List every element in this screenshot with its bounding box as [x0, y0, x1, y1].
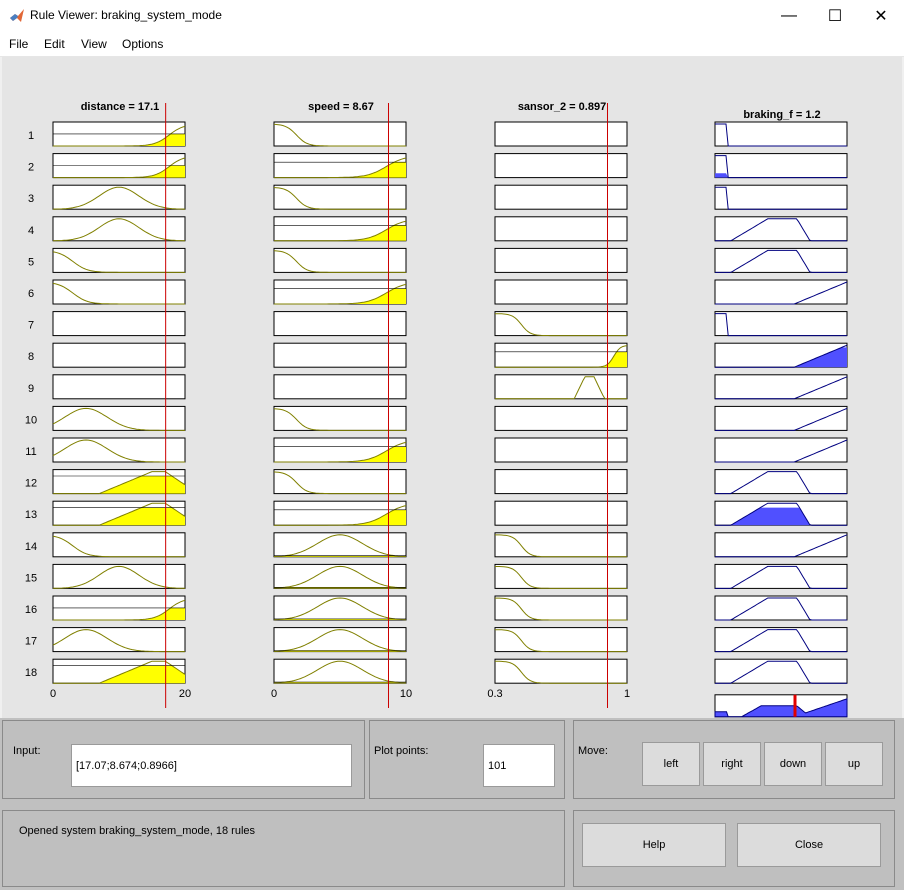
- move-panel: Move: left right down up: [573, 720, 895, 799]
- input-label: Input:: [13, 745, 41, 757]
- matlab-icon: [10, 9, 24, 22]
- out-plot: [714, 216, 848, 242]
- out-plot: [714, 311, 848, 337]
- rule-number: 17: [25, 636, 37, 648]
- help-close-panel: Help Close: [573, 810, 895, 887]
- plot-points-label: Plot points:: [374, 745, 429, 757]
- mf-plot: [273, 247, 407, 273]
- plot-points-panel: Plot points: 101: [369, 720, 565, 799]
- menu-edit[interactable]: Edit: [44, 37, 65, 51]
- rule-number: 10: [25, 414, 37, 426]
- out-plot: [714, 595, 848, 621]
- rule-number: 5: [28, 256, 34, 268]
- tick-label-max: 10: [400, 688, 412, 700]
- out-plot: [714, 153, 848, 179]
- rule-number: 18: [25, 667, 37, 679]
- rule-number: 14: [25, 541, 37, 553]
- tick-label-min: 0.3: [487, 688, 502, 700]
- out-plot: [714, 627, 848, 653]
- mf-plot: [273, 658, 407, 684]
- mf-plot: [273, 121, 407, 147]
- mf-plot: [273, 627, 407, 653]
- input-field[interactable]: [17.07;8.674;0.8966]: [71, 744, 352, 787]
- status-panel: Opened system braking_system_mode, 18 ru…: [2, 810, 565, 887]
- rule-number: 15: [25, 572, 37, 584]
- rule-number: 4: [28, 225, 34, 237]
- rule-number: 1: [28, 130, 34, 142]
- mf-plot: [273, 595, 407, 621]
- rule-number: 8: [28, 351, 34, 363]
- menu-options[interactable]: Options: [122, 37, 163, 51]
- tick-label-max: 1: [624, 688, 630, 700]
- out-plot: [714, 405, 848, 431]
- plot-points-field[interactable]: 101: [483, 744, 555, 787]
- close-button[interactable]: Close: [737, 823, 881, 867]
- out-plot: [714, 532, 848, 558]
- rule-number: 12: [25, 478, 37, 490]
- out-plot: [714, 437, 848, 463]
- close-window-button[interactable]: ✕: [858, 0, 904, 32]
- out-plot: [714, 469, 848, 495]
- menu-bar: File Edit View Options: [0, 32, 904, 57]
- out-plot: [714, 658, 848, 684]
- menu-view[interactable]: View: [81, 37, 107, 51]
- rule-number: 3: [28, 193, 34, 205]
- move-label: Move:: [578, 745, 608, 757]
- move-right-button[interactable]: right: [703, 742, 761, 786]
- output-header: braking_f = 1.2: [743, 109, 820, 121]
- rule-plot-area: distance = 17.1 speed = 8.67 sansor_2 = 0.…: [2, 57, 902, 718]
- out-plot: [714, 563, 848, 589]
- mf-plot: [273, 311, 407, 337]
- move-down-button[interactable]: down: [764, 742, 822, 786]
- rule-plot: distance = 17.1 speed = 8.67 sansor_2 = 0.…: [25, 101, 848, 718]
- move-left-button[interactable]: left: [642, 742, 700, 786]
- out-plot: [714, 247, 848, 273]
- minimize-button[interactable]: —: [766, 0, 812, 32]
- move-up-button[interactable]: up: [825, 742, 883, 786]
- rule-number: 7: [28, 320, 34, 332]
- mf-plot: [273, 184, 407, 210]
- out-plot: [714, 121, 848, 147]
- rule-number: 16: [25, 604, 37, 616]
- menu-file[interactable]: File: [9, 37, 28, 51]
- input-header-1: speed = 8.67: [308, 101, 374, 113]
- input-header-2: sansor_2 = 0.897: [518, 101, 606, 113]
- help-button[interactable]: Help: [582, 823, 726, 867]
- tick-label-min: 0: [50, 688, 56, 700]
- rule-number: 9: [28, 383, 34, 395]
- tick-label-max: 20: [179, 688, 191, 700]
- input-header-0: distance = 17.1: [81, 101, 160, 113]
- mf-plot: [273, 563, 407, 589]
- rule-number: 2: [28, 162, 34, 174]
- mf-plot: [273, 342, 407, 368]
- mf-plot: [273, 532, 407, 558]
- input-panel: Input: [17.07;8.674;0.8966]: [2, 720, 365, 799]
- out-plot: [714, 279, 848, 305]
- mf-plot: [273, 374, 407, 400]
- rule-number: 13: [25, 509, 37, 521]
- mf-plot: [273, 469, 407, 495]
- tick-label-min: 0: [271, 688, 277, 700]
- title-bar: Rule Viewer: braking_system_mode — ☐ ✕: [0, 0, 904, 32]
- out-plot: [714, 184, 848, 210]
- window-title: Rule Viewer: braking_system_mode: [30, 8, 222, 22]
- mf-plot: [273, 405, 407, 431]
- maximize-button[interactable]: ☐: [812, 0, 858, 32]
- out-plot: [714, 374, 848, 400]
- rule-number: 11: [25, 446, 36, 458]
- status-text: Opened system braking_system_mode, 18 ru…: [19, 825, 256, 837]
- rule-number: 6: [28, 288, 34, 300]
